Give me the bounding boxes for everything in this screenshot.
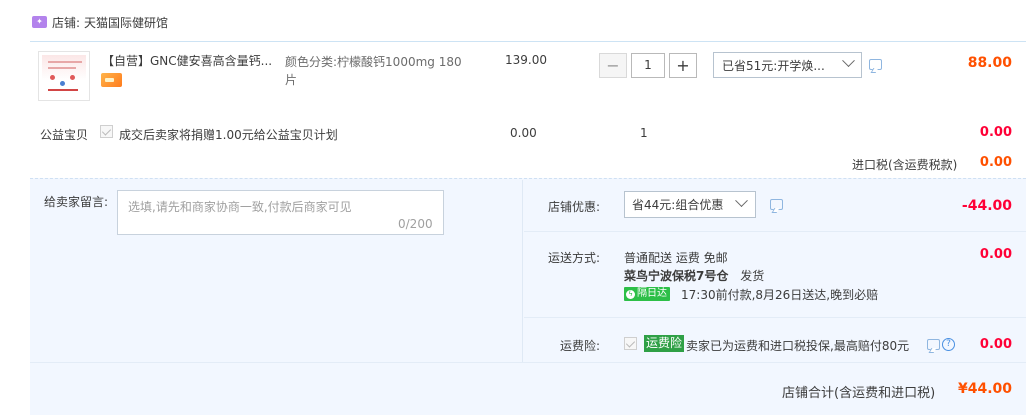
next-day-badge: ϟ 隔日达: [624, 287, 670, 301]
next-day-badge-text: 隔日达: [637, 288, 667, 299]
insurance-label: 运费险:: [560, 339, 601, 353]
insurance-chat-icon[interactable]: [927, 339, 940, 350]
shipping-warehouse: 菜鸟宁波保税7号仓: [624, 269, 729, 283]
item-total-price: 88.00: [967, 55, 1012, 71]
insurance-tag: 运费险: [644, 335, 685, 352]
product-sku: 颜色分类:柠檬酸钙1000mg 180片: [285, 55, 462, 87]
discount-chat-icon[interactable]: [770, 199, 783, 210]
charity-label: 公益宝贝: [40, 128, 89, 142]
quantity-input[interactable]: 1: [631, 53, 665, 78]
panel-vertical-divider: [522, 180, 523, 362]
quantity-stepper: − 1 +: [599, 53, 697, 78]
shipping-method: 普通配送 运费 免邮: [624, 251, 728, 265]
panel-divider: [30, 362, 1026, 363]
seller-message-placeholder: 选填,请先和商家协商一致,付款后商家可见: [128, 200, 352, 214]
credit-card-icon: [101, 73, 122, 87]
shipping-label: 运送方式:: [548, 251, 601, 265]
charity-quantity: 1: [640, 126, 648, 140]
chevron-down-icon: [842, 54, 855, 68]
import-tax-value: 0.00: [979, 155, 1012, 170]
tmall-shop-icon: ✦: [32, 16, 47, 28]
panel-divider: [524, 317, 1026, 318]
shop-name-link[interactable]: 天猫国际健研馆: [84, 14, 168, 31]
shop-header: ✦ 店铺: 天猫国际健研馆: [32, 14, 168, 30]
store-discount-value: -44.00: [961, 198, 1012, 214]
shop-prefix: 店铺:: [52, 15, 81, 30]
store-discount-label: 店铺优惠:: [548, 200, 601, 214]
quantity-increase-button[interactable]: +: [669, 53, 697, 78]
panel-divider: [524, 231, 1026, 232]
promotion-select[interactable]: 已省51元:开学焕...: [713, 52, 862, 78]
charity-checkbox[interactable]: [100, 125, 113, 138]
charity-price: 0.00: [510, 126, 537, 140]
shipping-warehouse-line: 菜鸟宁波保税7号仓 发货: [624, 267, 764, 284]
header-divider: [30, 41, 1026, 42]
product-title-link[interactable]: 【自营】GNC健安喜高含量钙...: [102, 53, 272, 69]
store-discount-select[interactable]: 省44元:组合优惠: [624, 191, 756, 218]
insurance-value: 0.00: [979, 337, 1012, 352]
unit-price: 139.00: [505, 53, 547, 67]
delivery-note: 17:30前付款,8月26日送达,晚到必赔: [681, 288, 879, 302]
store-discount-select-value: 省44元:组合优惠: [632, 198, 724, 212]
shipping-value: 0.00: [979, 247, 1012, 262]
product-thumbnail[interactable]: [38, 51, 90, 101]
charity-text: 成交后卖家将捐赠1.00元给公益宝贝计划: [119, 128, 338, 142]
store-total-label: 店铺合计(含运费和进口税): [782, 386, 936, 401]
seller-message-label: 给卖家留言:: [44, 195, 109, 209]
bolt-icon: ϟ: [626, 289, 635, 299]
promotion-select-value: 已省51元:开学焕...: [722, 58, 825, 73]
insurance-text: 卖家已为运费和进口税投保,最高赔付80元: [686, 339, 910, 353]
promo-chat-icon[interactable]: [869, 59, 882, 70]
chevron-down-icon: [735, 194, 748, 208]
insurance-checkbox[interactable]: [624, 337, 637, 350]
quantity-decrease-button[interactable]: −: [599, 53, 627, 78]
seller-message-counter: 0/200: [398, 217, 433, 231]
shipping-dispatch: 发货: [740, 269, 765, 283]
import-tax-label: 进口税(含运费税款): [852, 158, 958, 172]
charity-total: 0.00: [979, 125, 1012, 140]
question-help-icon[interactable]: ?: [942, 338, 955, 351]
store-total-value: ¥44.00: [957, 381, 1012, 397]
